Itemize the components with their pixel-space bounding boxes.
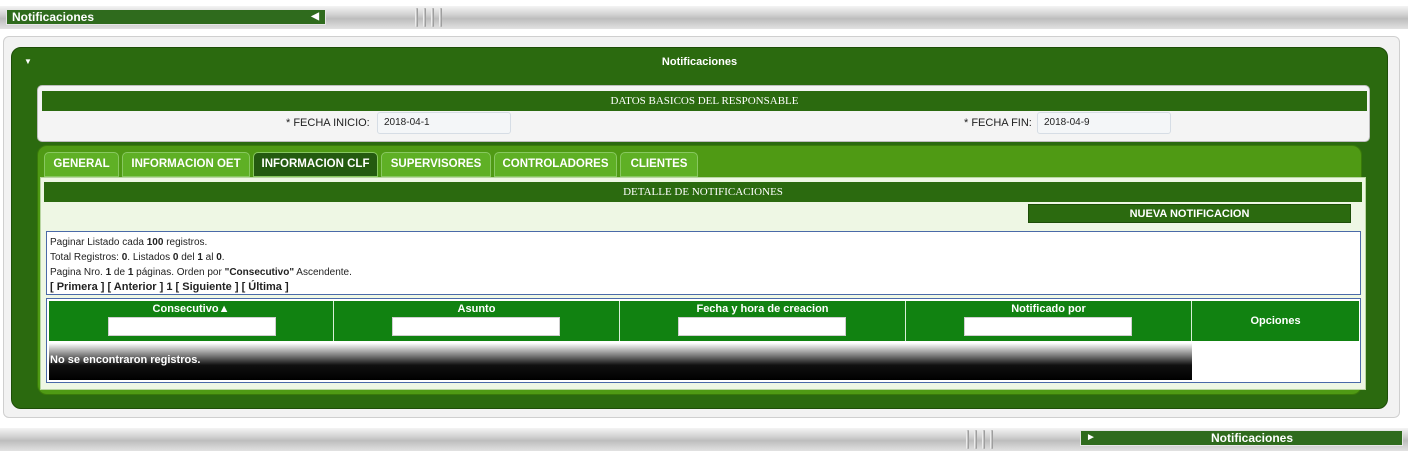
column-label: Opciones [1250,315,1301,327]
last-page-link[interactable]: [ Última ] [242,281,289,293]
fecha-inicio-label: * FECHA INICIO: [286,117,370,129]
column-label: Consecutivo [152,303,219,315]
expand-right-icon[interactable]: ► [1086,432,1096,443]
filter-consecutivo-input[interactable] [108,317,276,336]
tab-informacion-clf[interactable]: INFORMACION CLF [253,152,378,177]
column-header-notificado-por[interactable]: Notificado por [906,301,1191,341]
datos-basicos-title: DATOS BASICOS DEL RESPONSABLE [42,91,1367,111]
fecha-fin-label: * FECHA FIN: [964,117,1032,129]
pagination-line-3: Pagina Nro. 1 de 1 páginas. Orden por "C… [50,267,352,278]
filter-asunto-input[interactable] [392,317,560,336]
column-header-consecutivo[interactable]: Consecutivo▲ [49,301,333,341]
resize-grip[interactable] [961,428,997,451]
notificaciones-table: Consecutivo▲ Asunto Fecha y hora de crea… [46,298,1361,383]
pagination-line-1: Paginar Listado cada 100 registros. [50,237,208,248]
column-header-asunto[interactable]: Asunto [334,301,619,341]
tab-content: DETALLE DE NOTIFICACIONES NUEVA NOTIFICA… [40,177,1366,390]
filter-notificado-input[interactable] [964,317,1132,336]
column-label: Asunto [457,303,496,315]
tab-clientes[interactable]: CLIENTES [620,152,698,177]
empty-message-row: No se encontraron registros. [49,343,1192,380]
pagination-line-2: Total Registros: 0. Listados 0 del 1 al … [50,252,225,263]
top-frame-title[interactable]: Notificaciones ◀ [6,9,326,25]
prev-page-link[interactable]: [ Anterior ] [107,281,163,293]
first-page-link[interactable]: [ Primera ] [50,281,104,293]
bottom-frame-title-label: Notificaciones [1211,431,1294,445]
fecha-inicio-input[interactable]: 2018-04-1 [377,112,511,134]
column-label: Notificado por [1011,303,1086,315]
collapse-down-icon[interactable]: ▼ [24,48,32,76]
tab-informacion-oet[interactable]: INFORMACION OET [122,152,250,177]
resize-grip[interactable] [410,6,446,29]
tab-controladores[interactable]: CONTROLADORES [494,152,617,177]
column-label: Fecha y hora de creacion [696,303,829,315]
filter-fecha-input[interactable] [678,317,846,336]
tab-supervisores[interactable]: SUPERVISORES [381,152,491,177]
next-page-link[interactable]: [ Siguiente ] [176,281,239,293]
tab-general[interactable]: GENERAL [44,152,119,177]
sort-asc-icon[interactable]: ▲ [219,303,230,315]
collapse-left-icon[interactable]: ◀ [311,11,319,22]
detalle-title: DETALLE DE NOTIFICACIONES [44,182,1362,202]
pagination-nav: [ Primera ] [ Anterior ] 1 [ Siguiente ]… [50,280,1360,295]
column-header-opciones: Opciones [1192,301,1359,341]
fecha-fin-input[interactable]: 2018-04-9 [1037,112,1171,134]
panel-title: Notificaciones [661,56,738,68]
pagination-info: Paginar Listado cada 100 registros. Tota… [46,231,1361,295]
top-frame-title-label: Notificaciones [12,10,95,24]
nueva-notificacion-button[interactable]: NUEVA NOTIFICACION [1028,204,1351,223]
current-page: 1 [166,281,173,293]
panel-header[interactable]: ▼ Notificaciones [12,48,1387,76]
column-header-fecha[interactable]: Fecha y hora de creacion [620,301,905,341]
bottom-frame-title[interactable]: ► Notificaciones [1080,430,1403,446]
datos-basicos-section: DATOS BASICOS DEL RESPONSABLE * FECHA IN… [37,85,1370,142]
